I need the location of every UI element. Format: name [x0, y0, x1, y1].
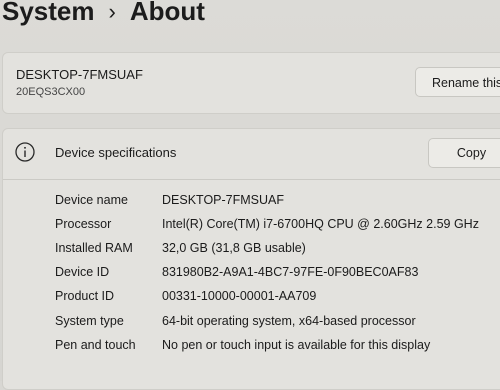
page-title: About [129, 0, 205, 26]
spec-value: 32,0 GB (31,8 GB usable) [162, 241, 306, 255]
settings-page: System › About DESKTOP-7FMSUAF 20EQS3CX0… [0, 0, 500, 390]
spec-label: System type [55, 314, 124, 328]
device-card: DESKTOP-7FMSUAF 20EQS3CX00 Rename this [2, 52, 500, 114]
device-specifications-header[interactable]: Device specifications Copy [3, 129, 500, 180]
device-specifications-card: Device specifications Copy Device name D… [2, 128, 500, 390]
info-icon [14, 141, 36, 163]
device-model: 20EQS3CX00 [16, 86, 86, 98]
spec-value: DESKTOP-7FMSUAF [162, 193, 285, 207]
spec-label: Product ID [55, 289, 115, 303]
spec-value: 00331-10000-00001-AA709 [162, 289, 317, 303]
spec-label: Pen and touch [55, 338, 136, 352]
breadcrumb-system[interactable]: System [2, 0, 95, 27]
spec-label: Processor [55, 217, 112, 231]
breadcrumb: System › About [0, 0, 205, 27]
spec-value: 64-bit operating system, x64-based proce… [162, 314, 416, 328]
spec-label: Device ID [55, 265, 110, 279]
device-specifications-title: Device specifications [55, 145, 177, 160]
device-name-heading: DESKTOP-7FMSUAF [16, 67, 143, 82]
copy-button[interactable]: Copy [428, 138, 500, 168]
spec-label: Installed RAM [55, 241, 133, 255]
breadcrumb-separator: › [108, 0, 116, 24]
rename-pc-button[interactable]: Rename this [415, 67, 500, 97]
spec-value: Intel(R) Core(TM) i7-6700HQ CPU @ 2.60GH… [162, 217, 479, 231]
spec-value: 831980B2-A9A1-4BC7-97FE-0F90BEC0AF83 [162, 265, 419, 279]
spec-label: Device name [55, 193, 128, 207]
spec-value: No pen or touch input is available for t… [162, 338, 431, 352]
